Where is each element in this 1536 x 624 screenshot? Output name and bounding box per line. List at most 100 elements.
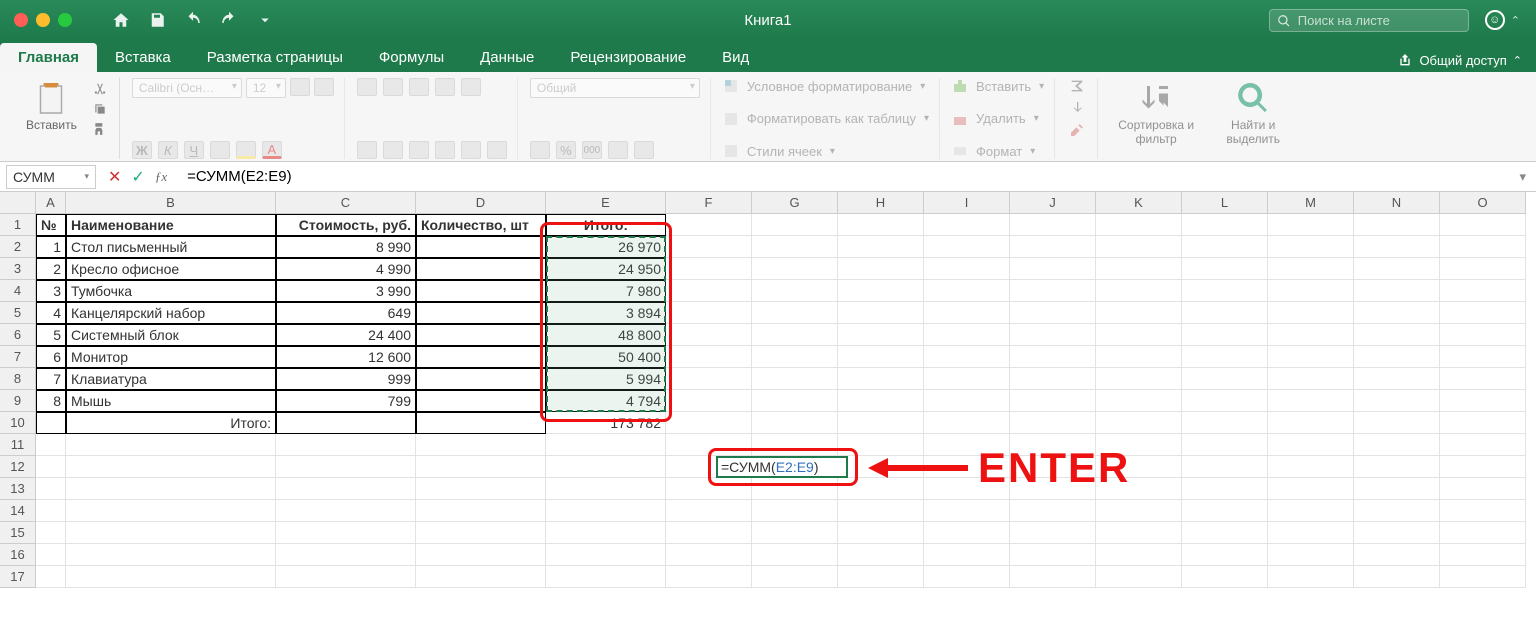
- cell[interactable]: [1096, 258, 1182, 280]
- cell[interactable]: [416, 346, 546, 368]
- cell[interactable]: [1182, 412, 1268, 434]
- cell[interactable]: [416, 302, 546, 324]
- cell[interactable]: [1268, 478, 1354, 500]
- cell[interactable]: [666, 346, 752, 368]
- cell[interactable]: [546, 522, 666, 544]
- align-center-button[interactable]: [383, 141, 403, 159]
- cell[interactable]: 3 990: [276, 280, 416, 302]
- cell[interactable]: [924, 500, 1010, 522]
- tab-view[interactable]: Вид: [704, 43, 767, 72]
- row-header-10[interactable]: 10: [0, 412, 36, 434]
- fx-icon[interactable]: ƒx: [155, 169, 167, 185]
- cell[interactable]: [1268, 456, 1354, 478]
- cell[interactable]: [924, 346, 1010, 368]
- close-window-button[interactable]: [14, 13, 28, 27]
- cell[interactable]: [666, 522, 752, 544]
- cell[interactable]: [838, 566, 924, 588]
- cell[interactable]: [1096, 544, 1182, 566]
- cell[interactable]: 26 970: [546, 236, 666, 258]
- cell[interactable]: Монитор: [66, 346, 276, 368]
- row-header-11[interactable]: 11: [0, 434, 36, 456]
- cell[interactable]: [1096, 302, 1182, 324]
- cell[interactable]: [276, 522, 416, 544]
- cell[interactable]: [838, 324, 924, 346]
- cell[interactable]: [1268, 434, 1354, 456]
- find-select-button[interactable]: Найти и выделить: [1212, 78, 1294, 148]
- cell[interactable]: [546, 434, 666, 456]
- cell[interactable]: [546, 478, 666, 500]
- cell[interactable]: [666, 324, 752, 346]
- cell[interactable]: [752, 390, 838, 412]
- fill-icon[interactable]: [1067, 100, 1087, 116]
- cell[interactable]: [752, 478, 838, 500]
- share-button[interactable]: Общий доступ ⌃: [1397, 52, 1536, 72]
- cell[interactable]: [1182, 434, 1268, 456]
- row-header-15[interactable]: 15: [0, 522, 36, 544]
- col-header-B[interactable]: B: [66, 192, 276, 214]
- search-input[interactable]: [1269, 9, 1469, 32]
- cell[interactable]: [416, 500, 546, 522]
- cell[interactable]: [666, 214, 752, 236]
- cell[interactable]: [1182, 236, 1268, 258]
- cell[interactable]: [666, 368, 752, 390]
- cell[interactable]: [1440, 456, 1526, 478]
- fullscreen-window-button[interactable]: [58, 13, 72, 27]
- copy-icon[interactable]: [91, 102, 109, 116]
- cell[interactable]: [924, 214, 1010, 236]
- col-header-D[interactable]: D: [416, 192, 546, 214]
- cell[interactable]: [666, 434, 752, 456]
- row-header-6[interactable]: 6: [0, 324, 36, 346]
- cell[interactable]: [1268, 280, 1354, 302]
- cell[interactable]: [924, 324, 1010, 346]
- titlebar-menu-chevron[interactable]: ⌃: [1511, 14, 1520, 27]
- cell[interactable]: [546, 544, 666, 566]
- fill-color-button[interactable]: [236, 141, 256, 159]
- cell[interactable]: [1010, 390, 1096, 412]
- cancel-formula-button[interactable]: ✕: [108, 167, 121, 187]
- format-painter-icon[interactable]: [91, 122, 109, 136]
- comma-button[interactable]: 000: [582, 141, 602, 159]
- cell[interactable]: [1096, 412, 1182, 434]
- col-header-M[interactable]: M: [1268, 192, 1354, 214]
- col-header-C[interactable]: C: [276, 192, 416, 214]
- cell[interactable]: [1010, 412, 1096, 434]
- cell[interactable]: [1010, 324, 1096, 346]
- cell[interactable]: [1268, 544, 1354, 566]
- cell[interactable]: [752, 324, 838, 346]
- cell[interactable]: [1354, 412, 1440, 434]
- cell[interactable]: [1096, 500, 1182, 522]
- spreadsheet-grid[interactable]: ABCDEFGHIJKLMNO 123456789101112131415161…: [0, 192, 1536, 624]
- cell[interactable]: [1440, 434, 1526, 456]
- cell[interactable]: [752, 566, 838, 588]
- select-all-corner[interactable]: [0, 192, 36, 214]
- cell[interactable]: [1182, 302, 1268, 324]
- cell[interactable]: [666, 478, 752, 500]
- row-header-1[interactable]: 1: [0, 214, 36, 236]
- row-header-7[interactable]: 7: [0, 346, 36, 368]
- cell[interactable]: [1010, 500, 1096, 522]
- cell[interactable]: [1096, 236, 1182, 258]
- italic-button[interactable]: К: [158, 141, 178, 159]
- cell[interactable]: [1182, 214, 1268, 236]
- cell[interactable]: [838, 368, 924, 390]
- cell[interactable]: №: [36, 214, 66, 236]
- cell[interactable]: [66, 522, 276, 544]
- underline-button[interactable]: Ч: [184, 141, 204, 159]
- cell[interactable]: [1354, 368, 1440, 390]
- cell[interactable]: [1182, 368, 1268, 390]
- home-icon[interactable]: [112, 11, 130, 29]
- tab-formulas[interactable]: Формулы: [361, 43, 462, 72]
- cell[interactable]: [838, 302, 924, 324]
- customize-qat-icon[interactable]: [256, 11, 274, 29]
- cell[interactable]: [1354, 390, 1440, 412]
- cell[interactable]: [1354, 522, 1440, 544]
- cell[interactable]: [36, 456, 66, 478]
- save-icon[interactable]: [148, 11, 166, 29]
- tab-insert[interactable]: Вставка: [97, 43, 189, 72]
- cell[interactable]: [416, 368, 546, 390]
- cell[interactable]: [416, 258, 546, 280]
- cell[interactable]: [838, 236, 924, 258]
- cell[interactable]: [1268, 566, 1354, 588]
- cell[interactable]: 7 980: [546, 280, 666, 302]
- cell[interactable]: [36, 478, 66, 500]
